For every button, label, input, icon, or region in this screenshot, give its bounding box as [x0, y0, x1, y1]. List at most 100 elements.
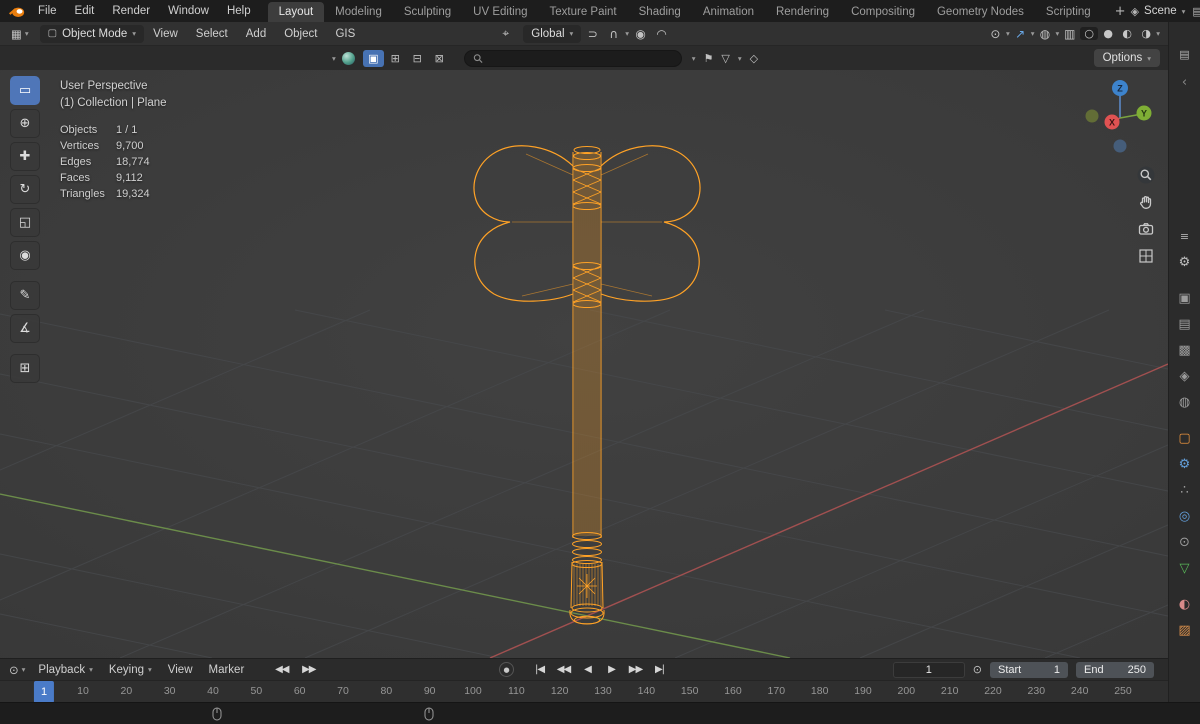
transform-tool[interactable]: ◉	[10, 241, 40, 270]
snapping-icon[interactable]: ⊃	[583, 27, 602, 41]
scene-selector[interactable]: ◈ Scene ▾	[1131, 5, 1186, 18]
keying-menu[interactable]: Keying ▾	[101, 664, 160, 676]
workspace-tab-texture-paint[interactable]: Texture Paint	[539, 2, 628, 22]
jump-to-end-button[interactable]: ▶|	[650, 664, 669, 675]
filter-chevron[interactable]: ▾	[738, 54, 742, 63]
select-mode-intersect-button[interactable]: ⊠	[429, 50, 450, 67]
workspace-tab-uv-editing[interactable]: UV Editing	[462, 2, 538, 22]
properties-tab-view-layer[interactable]: ▩	[1169, 337, 1200, 363]
mode-dropdown[interactable]: ▢ Object Mode ▾	[39, 24, 145, 43]
filter-funnel-icon[interactable]: ▽	[721, 52, 729, 65]
view-layer-icon[interactable]: ▤	[1192, 5, 1200, 18]
editor-type-button[interactable]: ▦ ▾	[6, 27, 34, 41]
move-tool[interactable]: ✚	[10, 142, 40, 171]
toggle-perspective-grid-icon[interactable]	[1137, 247, 1155, 265]
current-frame-field[interactable]: 1	[892, 661, 965, 678]
overlays-chevron[interactable]: ▾	[1055, 29, 1059, 38]
playback-menu[interactable]: Playback ▾	[30, 664, 100, 676]
active-tool-icon[interactable]	[341, 51, 355, 65]
properties-tab-object-data[interactable]: ▽	[1169, 555, 1200, 581]
rotate-tool[interactable]: ↻	[10, 175, 40, 204]
marker-menu[interactable]: Marker	[201, 664, 253, 676]
zoom-icon[interactable]	[1137, 166, 1155, 184]
viewport-menu-gis[interactable]: GIS	[326, 23, 364, 45]
current-frame-marker[interactable]: 1	[33, 681, 55, 703]
pan-hand-icon[interactable]	[1137, 193, 1155, 211]
menu-help[interactable]: Help	[218, 0, 260, 22]
show-gizmo-icon[interactable]: ↗	[1011, 27, 1030, 41]
viewport-menu-add[interactable]: Add	[237, 23, 275, 45]
workspace-tab-rendering[interactable]: Rendering	[765, 2, 840, 22]
search-box[interactable]	[463, 49, 682, 67]
visibility-chevron[interactable]: ▾	[1006, 29, 1010, 38]
shading-solid-icon[interactable]: ●	[1099, 27, 1117, 40]
annotate-tool[interactable]: ✎	[10, 281, 40, 310]
magnet-icon[interactable]: ∩	[604, 27, 623, 41]
show-overlays-icon[interactable]: ◍	[1035, 27, 1054, 41]
properties-tab-scene[interactable]: ◈	[1169, 363, 1200, 389]
bookmark-icon[interactable]: ⚑	[704, 52, 714, 65]
proportional-falloff-icon[interactable]: ◠	[652, 27, 671, 41]
transform-pivot-icon[interactable]: ⌖	[496, 26, 515, 41]
timeline-ruler[interactable]: 10 20 30 40 50 60 70 80 90 100 110 120 130 140 150 160 1…	[0, 680, 1168, 703]
select-mode-new-button[interactable]: ▣	[362, 49, 384, 67]
properties-tab-constraints[interactable]: ⊙	[1169, 529, 1200, 555]
add-workspace-button[interactable]: +	[1110, 4, 1131, 19]
properties-tab-output[interactable]: ▤	[1169, 311, 1200, 337]
jump-next-keyframe-button[interactable]: ▶▶	[299, 664, 318, 675]
workspace-tab-layout[interactable]: Layout	[267, 2, 325, 22]
workspace-tab-scripting[interactable]: Scripting	[1035, 2, 1102, 22]
select-mode-subtract-button[interactable]: ⊟	[407, 50, 428, 67]
measure-tool[interactable]: ∡	[10, 314, 40, 343]
shading-material-icon[interactable]: ◐	[1118, 27, 1136, 40]
select-box-tool[interactable]: ▭	[10, 76, 40, 105]
navigation-gizmo[interactable]: Z X Y	[1080, 74, 1160, 158]
add-cube-tool[interactable]: ⊞	[10, 354, 40, 383]
timeline-view-menu[interactable]: View	[160, 664, 201, 676]
workspace-tab-geometry-nodes[interactable]: Geometry Nodes	[926, 2, 1035, 22]
camera-view-icon[interactable]	[1137, 220, 1155, 238]
outliner-editor-icon[interactable]: ▤	[1179, 48, 1189, 61]
shading-rendered-icon[interactable]: ◑	[1137, 27, 1155, 40]
workspace-tab-sculpting[interactable]: Sculpting	[393, 2, 462, 22]
menu-render[interactable]: Render	[103, 0, 159, 22]
properties-editor-icon[interactable]: ≡	[1180, 230, 1189, 243]
gizmo-chevron[interactable]: ▾	[1031, 29, 1035, 38]
menu-window[interactable]: Window	[159, 0, 218, 22]
gizmo-neg-y-ball[interactable]	[1085, 109, 1099, 123]
xray-toggle-icon[interactable]: ▥	[1060, 27, 1079, 41]
properties-tab-render[interactable]: ▣	[1169, 285, 1200, 311]
shading-wireframe-icon[interactable]: ○	[1080, 27, 1099, 40]
properties-tab-physics[interactable]: ◎	[1169, 503, 1200, 529]
play-button[interactable]: ▶	[602, 664, 621, 675]
collapse-region-arrow[interactable]: ‹	[1182, 75, 1187, 90]
scale-tool[interactable]: ◱	[10, 208, 40, 237]
shading-chevron[interactable]: ▾	[1156, 29, 1160, 38]
prev-keyframe-button[interactable]: ◀◀	[554, 664, 573, 675]
jump-to-start-button[interactable]: |◀	[530, 664, 549, 675]
gizmo-neg-z-ball[interactable]	[1113, 139, 1127, 153]
properties-tab-particles[interactable]: ∴	[1169, 477, 1200, 503]
properties-tab-modifiers[interactable]: ⚙	[1169, 451, 1200, 477]
next-keyframe-button[interactable]: ▶▶	[626, 664, 645, 675]
menu-file[interactable]: File	[29, 0, 66, 22]
search-input[interactable]	[488, 52, 673, 64]
workspace-tab-shading[interactable]: Shading	[628, 2, 692, 22]
orientation-dropdown[interactable]: Global ▾	[523, 24, 582, 43]
properties-tab-world[interactable]: ◍	[1169, 389, 1200, 415]
workspace-tab-modeling[interactable]: Modeling	[324, 2, 393, 22]
start-frame-field[interactable]: Start 1	[990, 661, 1068, 678]
options-button[interactable]: Options ▾	[1093, 49, 1160, 67]
properties-tab-tool[interactable]: ⚙	[1169, 249, 1200, 275]
visibility-eye-icon[interactable]: ⊙	[986, 27, 1005, 41]
presets-chevron[interactable]: ▾	[692, 54, 696, 63]
cursor-tool[interactable]: ⊕	[10, 109, 40, 138]
auto-keying-button[interactable]: ●	[499, 662, 514, 677]
timeline-editor-button[interactable]: ⊙ ▾	[4, 663, 30, 677]
viewport-menu-view[interactable]: View	[144, 23, 187, 45]
properties-tab-texture[interactable]: ▨	[1169, 617, 1200, 643]
tool-settings-chevron[interactable]: ▾	[332, 54, 336, 63]
jump-prev-keyframe-button[interactable]: ◀◀	[272, 664, 291, 675]
viewport-3d[interactable]: ▭ ⊕ ✚ ↻ ◱ ◉ ✎ ∡ ⊞ User Perspective (1) Collectio…	[0, 70, 1168, 658]
shield-icon[interactable]: ◇	[750, 52, 758, 65]
